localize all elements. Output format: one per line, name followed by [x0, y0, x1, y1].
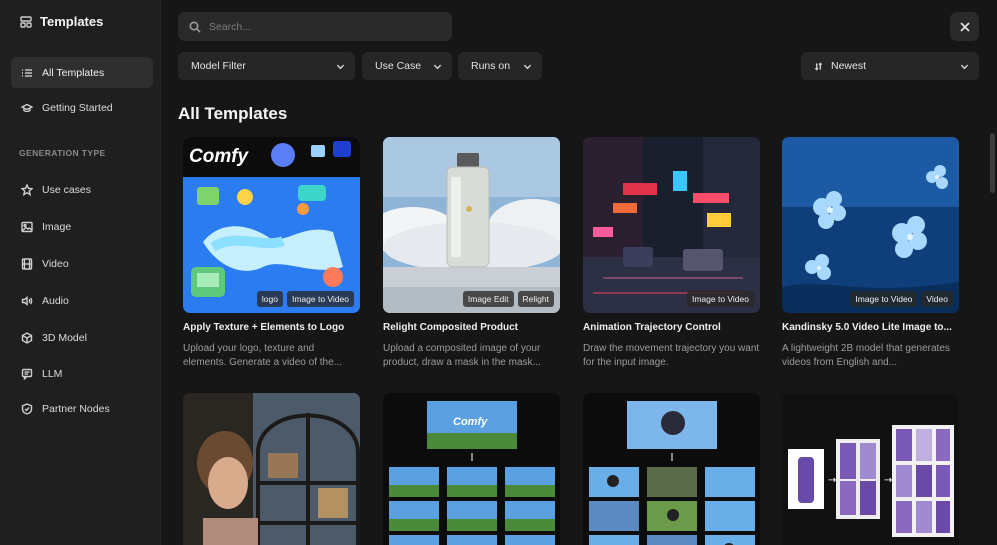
model-filter-label: Model Filter	[191, 60, 246, 72]
template-thumbnail: Comfy	[383, 393, 560, 545]
chat-icon	[21, 368, 33, 380]
sidebar-item-partner-nodes[interactable]: Partner Nodes	[11, 393, 153, 424]
tag: Video	[921, 291, 953, 307]
sidebar-item-label: Video	[42, 257, 69, 270]
sidebar-item-label: 3D Model	[42, 331, 87, 344]
sort-icon	[814, 61, 823, 71]
sidebar-item-llm[interactable]: LLM	[11, 358, 153, 389]
search-input[interactable]	[209, 20, 439, 33]
card-title: Animation Trajectory Control	[583, 322, 721, 333]
tag: Image to Video	[850, 291, 918, 307]
tag: Relight	[517, 291, 554, 307]
close-icon	[959, 21, 970, 32]
template-thumbnail	[183, 393, 360, 545]
card-title: Apply Texture + Elements to Logo	[183, 322, 345, 333]
template-card[interactable]	[183, 393, 360, 545]
sidebar-item-image[interactable]: Image	[11, 211, 153, 242]
badge-icon	[21, 402, 33, 415]
template-thumbnail: Comfy logo Image to Video	[183, 137, 360, 313]
tag: Image to Video	[286, 291, 354, 307]
sidebar-item-label: LLM	[42, 367, 63, 380]
template-card[interactable]	[583, 393, 760, 545]
thumb-brand-text: Comfy	[189, 146, 250, 167]
card-description: A lightweight 2B model that generates vi…	[782, 343, 950, 368]
sidebar-item-label: Partner Nodes	[42, 402, 110, 415]
templates-icon	[20, 15, 32, 28]
tag-list: Image to Video Video	[850, 291, 953, 307]
card-description: Upload a composited image of your produc…	[383, 343, 541, 368]
chevron-down-icon	[523, 64, 532, 69]
template-thumbnail: → →	[782, 393, 959, 545]
template-card[interactable]: → →	[782, 393, 959, 545]
close-button[interactable]	[950, 12, 979, 41]
template-card[interactable]: Image to Video Video Kandinsky 5.0 Video…	[782, 137, 959, 370]
tag: Image Edit	[462, 291, 514, 307]
sidebar-item-3d-model[interactable]: 3D Model	[11, 322, 153, 353]
template-thumbnail: Image to Video Video	[782, 137, 959, 313]
sidebar-item-use-cases[interactable]: Use cases	[11, 174, 153, 205]
list-icon	[21, 67, 33, 79]
template-thumbnail	[583, 393, 760, 545]
speaker-icon	[21, 295, 33, 307]
chevron-down-icon	[960, 64, 969, 69]
model-filter-dropdown[interactable]: Model Filter	[178, 52, 355, 80]
sidebar-brand: Templates	[20, 14, 103, 29]
card-title: Relight Composited Product	[383, 322, 518, 333]
template-card[interactable]: Comfy	[383, 393, 560, 545]
main-panel: Model Filter Use Case Runs on Newest All…	[161, 0, 997, 545]
film-icon	[21, 257, 33, 270]
sidebar-item-audio[interactable]: Audio	[11, 285, 153, 316]
tag-list: logo Image to Video	[256, 291, 354, 307]
template-thumbnail: Image Edit Relight	[383, 137, 560, 313]
sidebar-item-all-templates[interactable]: All Templates	[11, 57, 153, 88]
sidebar-item-label: Audio	[42, 294, 69, 307]
star-icon	[21, 183, 33, 196]
template-card[interactable]: Image to Video Animation Trajectory Cont…	[583, 137, 760, 370]
template-card[interactable]: Image Edit Relight Relight Composited Pr…	[383, 137, 560, 370]
chevron-down-icon	[336, 64, 345, 69]
search-icon	[189, 20, 201, 33]
card-description: Upload your logo, texture and elements. …	[183, 343, 342, 368]
sort-dropdown[interactable]: Newest	[801, 52, 979, 80]
sidebar-title: Templates	[40, 14, 104, 29]
sort-label: Newest	[831, 60, 867, 72]
sidebar-item-label: Use cases	[42, 183, 92, 196]
sidebar-item-getting-started[interactable]: Getting Started	[11, 92, 153, 123]
use-case-dropdown[interactable]: Use Case	[362, 52, 452, 80]
generation-type-heading: GENERATION TYPE	[19, 148, 106, 158]
scrollbar-thumb[interactable]	[990, 133, 995, 193]
tag: Image to Video	[686, 291, 754, 307]
sidebar-item-label: All Templates	[42, 66, 105, 79]
tag: logo	[256, 291, 283, 307]
runs-on-dropdown[interactable]: Runs on	[458, 52, 542, 80]
page-title: All Templates	[178, 104, 288, 123]
sidebar-item-label: Getting Started	[42, 101, 113, 114]
tag-list: Image Edit Relight	[462, 291, 554, 307]
search-box[interactable]	[178, 12, 452, 41]
sidebar-item-label: Image	[42, 220, 72, 233]
use-case-label: Use Case	[375, 60, 422, 72]
sidebar: Templates All Templates Getting Started …	[0, 0, 161, 545]
cube-icon	[21, 331, 33, 344]
runs-on-label: Runs on	[471, 60, 511, 72]
svg-text:→: →	[884, 475, 892, 486]
card-description: Draw the movement trajectory you want fo…	[583, 343, 760, 368]
svg-text:→: →	[828, 475, 836, 486]
sidebar-item-video[interactable]: Video	[11, 248, 153, 279]
chevron-down-icon	[433, 64, 442, 69]
image-icon	[21, 221, 33, 233]
template-thumbnail: Image to Video	[583, 137, 760, 313]
template-card[interactable]: Comfy logo Image to Video Apply Texture …	[183, 137, 360, 370]
thumb-brand-text: Comfy	[453, 416, 488, 428]
card-title: Kandinsky 5.0 Video Lite Image to...	[782, 322, 952, 333]
graduation-cap-icon	[21, 102, 33, 114]
tag-list: Image to Video	[686, 291, 754, 307]
